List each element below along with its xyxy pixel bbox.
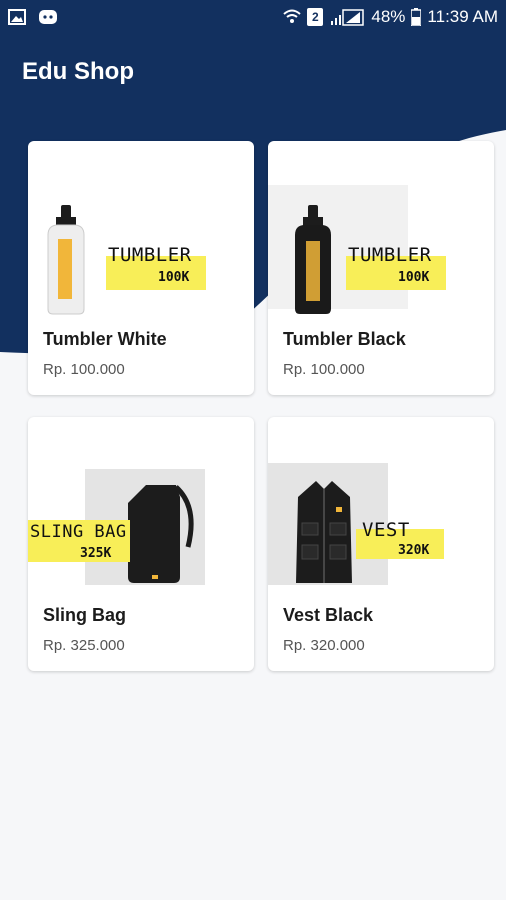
product-card-tumbler-black[interactable]: TUMBLER 100K Tumbler Black Rp. 100.000 [268,141,494,395]
status-time: 11:39 AM [427,7,498,26]
product-image-tag: TUMBLER 100K [346,244,446,290]
product-price: Rp. 100.000 [43,361,125,378]
product-name: Tumbler White [43,329,167,349]
product-tag-title: TUMBLER [348,244,432,266]
product-tag-title: VEST [362,519,410,541]
image-icon [8,9,26,25]
sling-bag-icon [85,469,205,585]
product-image [28,161,254,321]
product-tag-price: 100K [158,270,190,285]
product-price: Rp. 320.000 [283,637,365,654]
white-tumbler-icon [28,161,254,321]
product-card-tumbler-white[interactable]: TUMBLER 100K Tumbler White Rp. 100.000 [28,141,254,395]
notification-icon [38,8,58,26]
product-name: Tumbler Black [283,329,406,349]
product-image [268,437,494,597]
black-tumbler-icon [268,185,408,314]
product-image [268,161,494,321]
wifi-icon [283,8,302,26]
app-title: Edu Shop [22,58,134,85]
product-price: Rp. 325.000 [43,637,125,654]
product-grid: TUMBLER 100K Tumbler White Rp. 100.000 T… [28,141,494,671]
battery-percent: 48% [371,7,406,26]
vest-icon [268,463,388,585]
product-card-vest-black[interactable]: VEST 320K Vest Black Rp. 320.000 [268,417,494,671]
product-image-tag: TUMBLER 100K [106,244,206,290]
product-tag-title: TUMBLER [108,244,192,266]
product-tag-price: 100K [398,270,430,285]
signal-icon [329,8,365,26]
product-tag-title: SLING BAG [30,522,127,542]
product-tag-price: 320K [398,543,430,558]
product-card-sling-bag[interactable]: SLING BAG 325K Sling Bag Rp. 325.000 [28,417,254,671]
status-bar: 2 48% 11:39 AM [0,0,506,34]
product-image-tag: VEST 320K [356,519,444,559]
battery-icon [411,8,422,26]
product-price: Rp. 100.000 [283,361,365,378]
product-name: Vest Black [283,605,374,625]
product-image-tag: SLING BAG 325K [28,520,130,562]
product-tag-price: 325K [80,546,112,561]
sim-badge: 2 [307,8,324,26]
product-name: Sling Bag [43,605,127,625]
product-image [28,437,254,597]
